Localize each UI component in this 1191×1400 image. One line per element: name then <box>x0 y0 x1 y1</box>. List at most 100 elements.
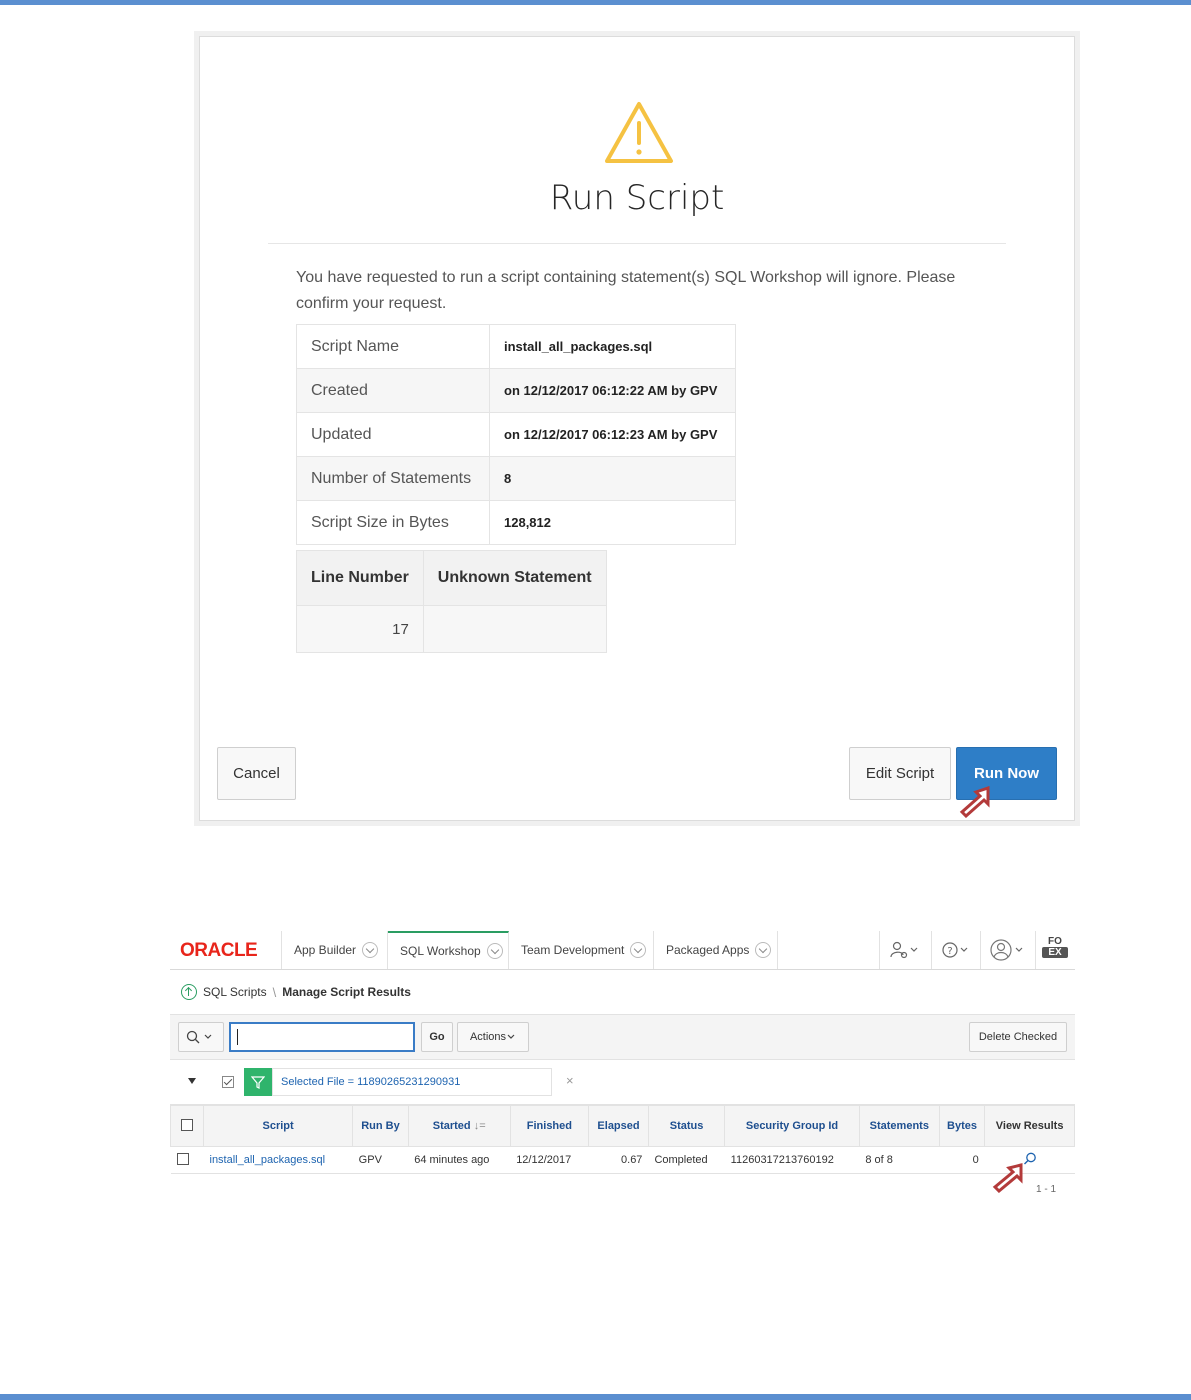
dialog-title: Run Script <box>549 178 725 218</box>
script-details-table: Script Name install_all_packages.sql Cre… <box>296 324 736 545</box>
column-header-finished[interactable]: Finished <box>509 1105 590 1147</box>
nav-divider <box>980 931 981 969</box>
search-column-button[interactable] <box>178 1022 224 1052</box>
badge-bottom-text: EX <box>1042 947 1068 958</box>
search-icon <box>186 1030 212 1044</box>
tab-app-builder[interactable]: App Builder <box>281 931 388 969</box>
dialog-message: You have requested to run a script conta… <box>296 269 956 312</box>
column-header-script[interactable]: Script <box>202 1105 354 1147</box>
row-checkbox[interactable] <box>176 1152 189 1165</box>
pagination-text: 1 - 1 <box>1036 1184 1057 1195</box>
detail-row: Number of Statements 8 <box>296 456 736 501</box>
detail-row: Created on 12/12/2017 06:12:22 AM by GPV <box>296 368 736 413</box>
run-by-cell: GPV <box>352 1146 409 1174</box>
page-top-rule <box>0 0 1191 5</box>
column-header-view-results: View Results <box>984 1105 1075 1147</box>
filter-icon <box>244 1068 272 1096</box>
detail-value: 8 <box>489 456 736 501</box>
svg-text:?: ? <box>947 946 952 957</box>
detail-value: 128,812 <box>489 500 736 545</box>
row-select-cell <box>170 1146 204 1174</box>
detail-row: Script Size in Bytes 128,812 <box>296 500 736 545</box>
pointer-arrow-icon <box>992 1163 1023 1193</box>
tab-packaged-apps[interactable]: Packaged Apps <box>654 931 778 969</box>
go-button[interactable]: Go <box>421 1022 453 1052</box>
column-header-bytes[interactable]: Bytes <box>938 1105 986 1147</box>
help-icon: ? <box>942 942 968 958</box>
breadcrumb-sql-scripts[interactable]: SQL Scripts <box>203 985 267 999</box>
statements-cell: 8 of 8 <box>859 1146 940 1174</box>
detail-row: Script Name install_all_packages.sql <box>296 324 736 369</box>
elapsed-cell: 0.67 <box>588 1146 649 1174</box>
detail-label: Number of Statements <box>296 456 490 501</box>
script-results-grid: Script Run By Started ↓= Finished Elapse… <box>170 1105 1075 1174</box>
column-header-statements[interactable]: Statements <box>858 1105 940 1147</box>
edit-script-button[interactable]: Edit Script <box>849 747 951 800</box>
user-menu[interactable] <box>990 939 1026 961</box>
breadcrumb: SQL Scripts \ Manage Script Results <box>170 970 1075 1015</box>
detail-label: Updated <box>296 412 490 457</box>
administration-menu[interactable] <box>890 939 920 961</box>
column-header-started[interactable]: Started ↓= <box>407 1105 511 1147</box>
filter-enable-checkbox[interactable] <box>222 1076 234 1088</box>
nav-divider <box>931 931 932 969</box>
report-toolbar: Go Actions Delete Checked <box>170 1015 1075 1060</box>
top-navigation-bar: ORACLE App Builder SQL Workshop Team Dev… <box>170 931 1075 970</box>
text-cursor <box>237 1029 238 1045</box>
detail-label: Script Size in Bytes <box>296 500 490 545</box>
column-header-line-number: Line Number <box>296 550 424 606</box>
chevron-down-icon[interactable] <box>486 943 503 959</box>
help-menu[interactable]: ? <box>942 939 972 961</box>
column-header-run-by[interactable]: Run By <box>352 1105 409 1147</box>
tab-label: App Builder <box>294 943 357 957</box>
column-header-elapsed[interactable]: Elapsed <box>588 1105 649 1147</box>
collapse-triangle-icon[interactable] <box>188 1078 196 1084</box>
status-cell: Completed <box>648 1146 725 1174</box>
breadcrumb-current: Manage Script Results <box>282 985 411 999</box>
manage-script-results-screen: ORACLE App Builder SQL Workshop Team Dev… <box>170 931 1075 1201</box>
cancel-button[interactable]: Cancel <box>217 747 296 800</box>
detail-value: on 12/12/2017 06:12:22 AM by GPV <box>489 368 736 413</box>
select-all-checkbox[interactable] <box>181 1118 193 1131</box>
detail-value: on 12/12/2017 06:12:23 AM by GPV <box>489 412 736 457</box>
sort-descending-icon: ↓= <box>473 1120 486 1132</box>
page-bottom-rule <box>0 1394 1191 1400</box>
admin-person-gear-icon <box>890 941 918 959</box>
line-number-cell: 17 <box>296 605 424 653</box>
active-filter[interactable]: Selected File = 11890265231290931 <box>272 1068 552 1096</box>
oracle-logo: ORACLE <box>180 940 258 961</box>
remove-filter-icon[interactable]: × <box>566 1073 574 1088</box>
bytes-cell: 0 <box>939 1146 985 1174</box>
column-header-security-group-id[interactable]: Security Group Id <box>724 1105 860 1147</box>
delete-checked-button[interactable]: Delete Checked <box>969 1022 1067 1052</box>
unknown-statement-cell <box>422 605 607 653</box>
warning-icon <box>605 102 673 163</box>
column-label: Started <box>432 1120 471 1132</box>
column-header-status[interactable]: Status <box>647 1105 726 1147</box>
actions-menu-button[interactable]: Actions <box>457 1022 529 1052</box>
script-link[interactable]: install_all_packages.sql <box>203 1146 353 1174</box>
detail-row: Updated on 12/12/2017 06:12:23 AM by GPV <box>296 412 736 457</box>
search-input[interactable] <box>229 1022 415 1052</box>
fo-ex-badge: FO EX <box>1042 936 1068 962</box>
table-row: 17 <box>296 605 607 653</box>
tab-team-development[interactable]: Team Development <box>509 931 654 969</box>
detail-value: install_all_packages.sql <box>489 324 736 369</box>
tab-sql-workshop[interactable]: SQL Workshop <box>388 931 509 969</box>
chevron-down-icon[interactable] <box>755 942 772 958</box>
user-avatar-icon <box>990 939 1023 961</box>
column-header-unknown-statement: Unknown Statement <box>422 550 607 606</box>
tab-label: Packaged Apps <box>666 943 750 957</box>
nav-divider <box>1035 931 1036 969</box>
chevron-down-icon[interactable] <box>630 942 647 958</box>
unknown-statements-table: Line Number Unknown Statement 17 <box>296 550 607 653</box>
pointer-arrow-icon <box>959 786 990 818</box>
chevron-down-icon[interactable] <box>362 942 379 958</box>
dialog-divider <box>268 243 1006 244</box>
up-arrow-icon[interactable] <box>181 984 197 1000</box>
table-row: install_all_packages.sql GPV 64 minutes … <box>170 1146 1075 1174</box>
filter-row: Selected File = 11890265231290931 × <box>170 1060 1075 1105</box>
started-cell: 64 minutes ago <box>408 1146 511 1174</box>
tab-label: SQL Workshop <box>400 944 481 958</box>
select-all-header <box>170 1105 204 1147</box>
